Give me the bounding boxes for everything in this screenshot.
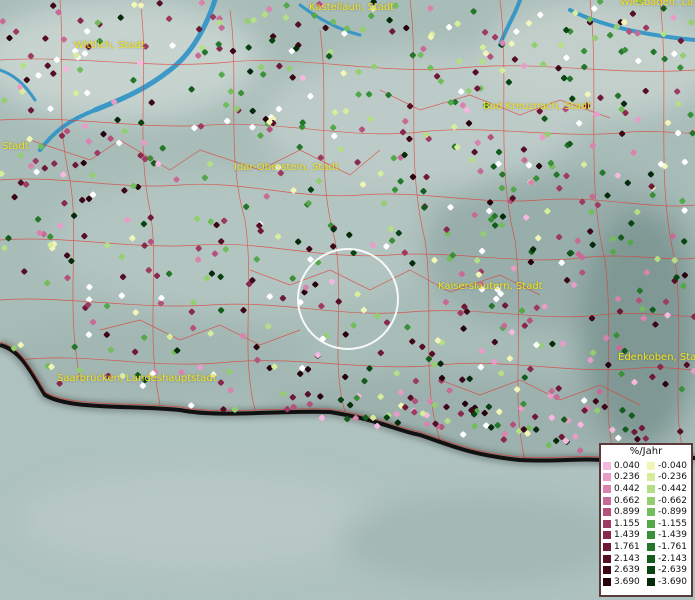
- legend-swatch: [603, 508, 611, 517]
- legend-label: 2.143: [614, 553, 640, 564]
- legend-swatch: [647, 496, 655, 505]
- legend-entry: 0.662: [603, 495, 647, 507]
- legend-entry: 0.040: [603, 460, 647, 472]
- legend-swatch: [647, 508, 655, 517]
- legend-entry: -1.761: [647, 541, 691, 553]
- legend-label: 3.690: [614, 576, 640, 587]
- legend-swatch: [603, 577, 611, 586]
- legend-entry: 1.761: [603, 541, 647, 553]
- legend-label: -1.439: [658, 530, 688, 541]
- legend-swatch: [603, 484, 611, 493]
- legend: %/Jahr 0.040 0.236 0.442 0.662 0.899 1.155 1.4…: [599, 443, 693, 597]
- legend-entry: 3.690: [603, 576, 647, 588]
- legend-swatch: [647, 542, 655, 551]
- legend-negative-column: -0.040 -0.236 -0.442 -0.662 -0.899 -1.155 -1.4…: [647, 460, 691, 588]
- map-view[interactable]: Kastellaun, Stadt Wiesbaden, La Wittlich…: [0, 0, 695, 600]
- legend-label: 0.662: [614, 495, 640, 506]
- legend-entry: -1.439: [647, 530, 691, 542]
- legend-label: 0.442: [614, 483, 640, 494]
- city-label-saarbruecken: Saarbrücken, Landeshauptstadt: [57, 373, 217, 384]
- legend-entry: 0.899: [603, 506, 647, 518]
- legend-entry: 0.236: [603, 472, 647, 484]
- legend-entry: 0.442: [603, 483, 647, 495]
- city-label-bad-kreuznach: Bad Kreuznach, Stadt: [483, 101, 592, 112]
- legend-swatch: [603, 531, 611, 540]
- legend-label: 0.236: [614, 472, 640, 483]
- legend-entry: -3.690: [647, 576, 691, 588]
- legend-entry: -0.040: [647, 460, 691, 472]
- legend-swatch: [647, 473, 655, 482]
- legend-label: 0.899: [614, 507, 640, 518]
- legend-entry: -0.899: [647, 506, 691, 518]
- legend-label: -1.761: [658, 541, 688, 552]
- legend-unit: %/Jahr: [629, 446, 663, 457]
- legend-entry: -1.155: [647, 518, 691, 530]
- city-label-edenkoben: Edenkoben, Sta: [618, 352, 695, 363]
- legend-swatch: [603, 473, 611, 482]
- legend-swatch: [603, 554, 611, 563]
- legend-swatch: [647, 484, 655, 493]
- legend-label: -2.143: [658, 553, 688, 564]
- city-label-wittlich: Wittlich, Stadt: [74, 40, 145, 51]
- legend-label: -0.040: [658, 460, 688, 471]
- legend-label: 1.761: [614, 541, 640, 552]
- legend-swatch: [647, 531, 655, 540]
- legend-swatch: [647, 519, 655, 528]
- legend-entry: 2.639: [603, 564, 647, 576]
- legend-swatch: [647, 577, 655, 586]
- legend-label: -0.662: [658, 495, 688, 506]
- legend-label: -3.690: [658, 576, 688, 587]
- legend-entry: -0.442: [647, 483, 691, 495]
- legend-entry: 2.143: [603, 553, 647, 565]
- legend-label: -2.639: [658, 565, 688, 576]
- legend-positive-column: 0.040 0.236 0.442 0.662 0.899 1.155 1.439 1.761…: [603, 460, 647, 588]
- legend-swatch: [603, 542, 611, 551]
- legend-entry: -0.662: [647, 495, 691, 507]
- city-label-stadt: Stadt: [2, 141, 29, 152]
- legend-swatch: [603, 461, 611, 470]
- legend-entry: 1.439: [603, 530, 647, 542]
- city-label-kaiserslautern: Kaiserslautern, Stadt: [438, 281, 543, 292]
- legend-label: 2.639: [614, 565, 640, 576]
- legend-swatch: [603, 496, 611, 505]
- legend-entry: 1.155: [603, 518, 647, 530]
- legend-label: 0.040: [614, 460, 640, 471]
- city-label-kastellaun: Kastellaun, Stadt: [309, 2, 395, 13]
- legend-swatch: [603, 519, 611, 528]
- legend-entry: -0.236: [647, 472, 691, 484]
- legend-entry: -2.143: [647, 553, 691, 565]
- legend-label: -0.899: [658, 507, 688, 518]
- legend-label: -0.442: [658, 483, 688, 494]
- city-label-wiesbaden: Wiesbaden, La: [620, 0, 694, 8]
- legend-swatch: [647, 461, 655, 470]
- map-canvas[interactable]: [0, 0, 695, 600]
- legend-label: 1.439: [614, 530, 640, 541]
- legend-swatch: [647, 554, 655, 563]
- legend-swatch: [647, 566, 655, 575]
- legend-label: -0.236: [658, 472, 688, 483]
- legend-swatch: [603, 566, 611, 575]
- legend-label: -1.155: [658, 518, 688, 529]
- city-label-idar-oberstein: Idar-Oberstein, Stadt: [234, 162, 339, 173]
- legend-entry: -2.639: [647, 564, 691, 576]
- legend-label: 1.155: [614, 518, 640, 529]
